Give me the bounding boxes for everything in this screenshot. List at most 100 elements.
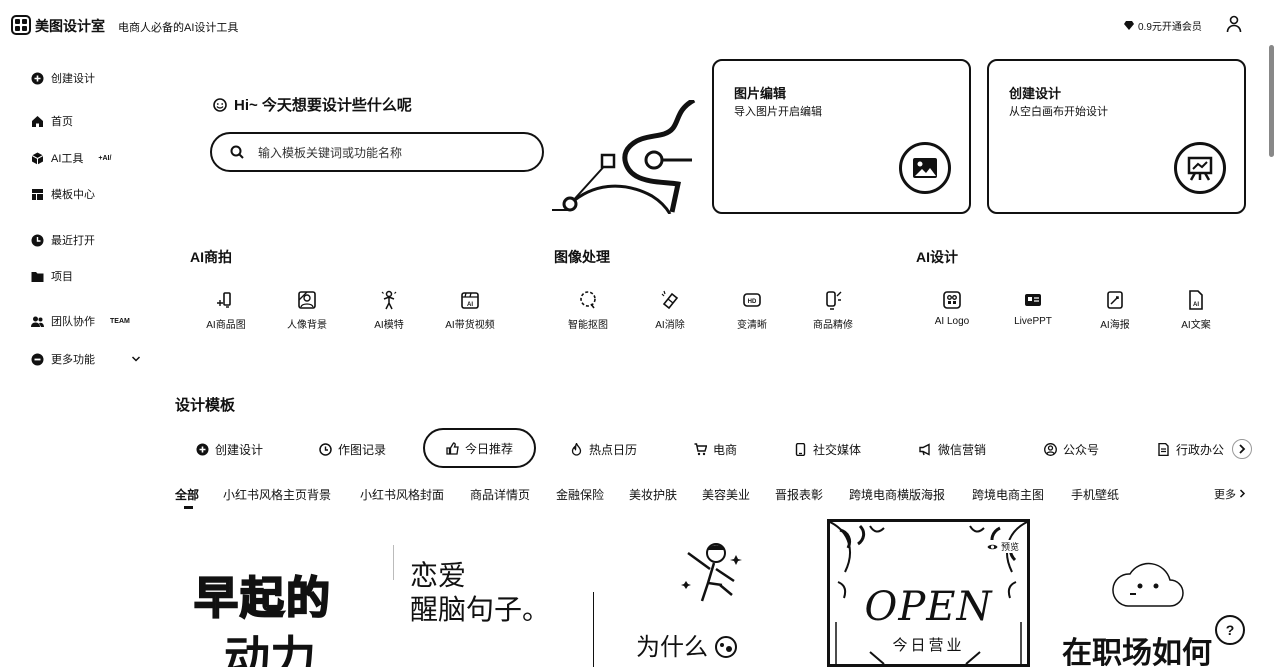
tool-liveppt[interactable]: LivePPT — [998, 290, 1068, 327]
image-icon — [899, 142, 951, 194]
tool-eraser[interactable]: AI消除 — [635, 290, 705, 331]
tab-social-media[interactable]: 社交媒体 — [794, 440, 861, 458]
megaphone-icon — [919, 442, 930, 456]
tab-label: 热点日历 — [589, 442, 638, 457]
template-thumb[interactable]: 恋爱 醒脑句子。 — [400, 548, 600, 667]
tool-ai-model[interactable]: AI模特 — [354, 290, 424, 331]
tool-label: AI带货视频 — [445, 320, 495, 331]
category-item[interactable]: 美妆护肤 — [629, 486, 677, 503]
category-item[interactable]: 小红书风格主页背景 — [223, 486, 331, 503]
tool-label: LivePPT — [1014, 316, 1052, 327]
ai-product-icon — [217, 292, 231, 308]
preview-badge[interactable]: 预览 — [986, 540, 1019, 553]
greeting: Hi~ 今天想要设计些什么呢 — [212, 94, 412, 115]
sidebar-item-templates[interactable]: 模板中心 — [31, 185, 95, 203]
thumb-text: 动力 — [224, 631, 316, 667]
chevron-right-icon — [1240, 489, 1246, 498]
tool-hd[interactable]: HD 变清晰 — [717, 290, 787, 331]
thumb-divider — [593, 592, 594, 667]
thumbs-up-icon — [446, 441, 459, 455]
help-label: ? — [1225, 622, 1235, 638]
category-all[interactable]: 全部 — [175, 486, 199, 503]
template-thumb[interactable]: 早起的 动力 — [190, 548, 390, 667]
sidebar-item-recent[interactable]: 最近打开 — [31, 231, 95, 249]
svg-text:AI: AI — [1193, 302, 1199, 308]
category-item[interactable]: 跨境电商主图 — [972, 486, 1044, 503]
phone-icon — [795, 442, 806, 456]
tab-label: 行政办公 — [1176, 442, 1225, 457]
template-thumb[interactable]: 预览 OPEN 今日营业 — [827, 519, 1030, 667]
face-icon — [715, 636, 737, 658]
tool-ai-product[interactable]: AI商品图 — [191, 290, 261, 331]
tab-create-design[interactable]: 创建设计 — [196, 440, 263, 458]
tool-ai-video[interactable]: AI AI带货视频 — [435, 290, 505, 331]
sidebar-item-label: 最近打开 — [51, 235, 95, 247]
card-subtitle: 导入图片开启编辑 — [734, 106, 822, 118]
tab-ecommerce[interactable]: 电商 — [694, 440, 737, 458]
category-item[interactable]: 跨境电商横版海报 — [849, 486, 945, 503]
category-item[interactable]: 小红书风格封面 — [360, 486, 444, 503]
help-button[interactable]: ? — [1215, 615, 1245, 645]
category-item[interactable]: 商品详情页 — [470, 486, 530, 503]
sidebar-item-projects[interactable]: 项目 — [31, 267, 73, 285]
tab-label: 公众号 — [1063, 442, 1100, 457]
tool-label: 商品精修 — [813, 320, 853, 331]
tab-office[interactable]: 行政办公 — [1157, 440, 1233, 458]
poster-icon — [1107, 291, 1123, 309]
sidebar-item-home[interactable]: 首页 — [31, 112, 73, 130]
plus-circle-icon — [31, 72, 44, 84]
template-thumb[interactable]: 在职场如何 — [1050, 548, 1250, 667]
sidebar-item-team[interactable]: 团队协作 TEAM — [31, 312, 130, 330]
search-icon — [230, 145, 244, 159]
vip-label: 0.9元开通会员 — [1138, 22, 1202, 33]
tab-official-account[interactable]: 公众号 — [1044, 440, 1099, 458]
team-badge: TEAM — [110, 317, 130, 325]
tool-portrait-bg[interactable]: 人像背景 — [272, 290, 342, 331]
category-item[interactable]: 手机壁纸 — [1071, 486, 1119, 503]
tab-today-recommend[interactable]: 今日推荐 — [423, 428, 536, 468]
sidebar-item-ai-tools[interactable]: AI工具 +AI/ — [31, 149, 111, 167]
card-title: 创建设计 — [1009, 86, 1062, 101]
tool-cutout[interactable]: 智能抠图 — [553, 290, 623, 331]
sidebar-item-more[interactable]: 更多功能 — [31, 350, 143, 368]
thumb-text: 早起的 — [193, 572, 332, 625]
tool-label: AI海报 — [1100, 320, 1130, 331]
template-thumb[interactable]: 为什么 — [610, 535, 800, 667]
category-item[interactable]: 金融保险 — [556, 486, 604, 503]
search-input[interactable]: 输入模板关键词或功能名称 — [210, 132, 544, 172]
eraser-icon — [661, 290, 679, 310]
category-active-indicator — [184, 506, 193, 509]
sidebar-item-label: 创建设计 — [51, 73, 95, 85]
logo-icon — [943, 291, 961, 309]
tool-label: 人像背景 — [287, 320, 327, 331]
image-edit-card[interactable]: 图片编辑 导入图片开启编辑 — [712, 59, 971, 214]
app-logo-icon[interactable] — [11, 15, 31, 35]
sidebar-item-create[interactable]: 创建设计 — [31, 69, 95, 87]
section-title-ai-shoot: AI商拍 — [190, 249, 232, 265]
tool-retouch[interactable]: 商品精修 — [798, 290, 868, 331]
create-design-card[interactable]: 创建设计 从空白画布开始设计 — [987, 59, 1246, 214]
more-categories-button[interactable]: 更多 — [1214, 486, 1246, 502]
hero-illustration — [552, 100, 696, 214]
ppt-icon — [1025, 294, 1041, 306]
user-icon[interactable] — [1226, 15, 1242, 33]
chevron-down-icon[interactable] — [131, 354, 141, 364]
tool-ai-copywriting[interactable]: AI AI文案 — [1161, 290, 1231, 331]
sidebar-item-label: 模板中心 — [51, 189, 95, 201]
tab-history[interactable]: 作图记录 — [319, 440, 386, 458]
app-name[interactable]: 美图设计室 — [35, 16, 105, 36]
vip-button[interactable]: 0.9元开通会员 — [1124, 18, 1202, 33]
page-scrollbar[interactable] — [1269, 45, 1274, 157]
tab-hot-calendar[interactable]: 热点日历 — [570, 440, 637, 458]
thumb-text: 在职场如何 — [1062, 637, 1212, 667]
tool-ai-poster[interactable]: AI海报 — [1080, 290, 1150, 331]
tab-wechat-marketing[interactable]: 微信营销 — [919, 440, 986, 458]
retouch-icon — [826, 291, 842, 310]
category-item[interactable]: 美容美业 — [702, 486, 750, 503]
tool-ai-logo[interactable]: AI Logo — [917, 290, 987, 327]
tabs-next-button[interactable] — [1232, 439, 1252, 459]
tab-label: 创建设计 — [215, 442, 264, 457]
top-bar: 美图设计室 电商人必备的AI设计工具 0.9元开通会员 — [0, 0, 1280, 50]
category-item[interactable]: 晋报表彰 — [775, 486, 823, 503]
templates-title: 设计模板 — [175, 397, 236, 414]
